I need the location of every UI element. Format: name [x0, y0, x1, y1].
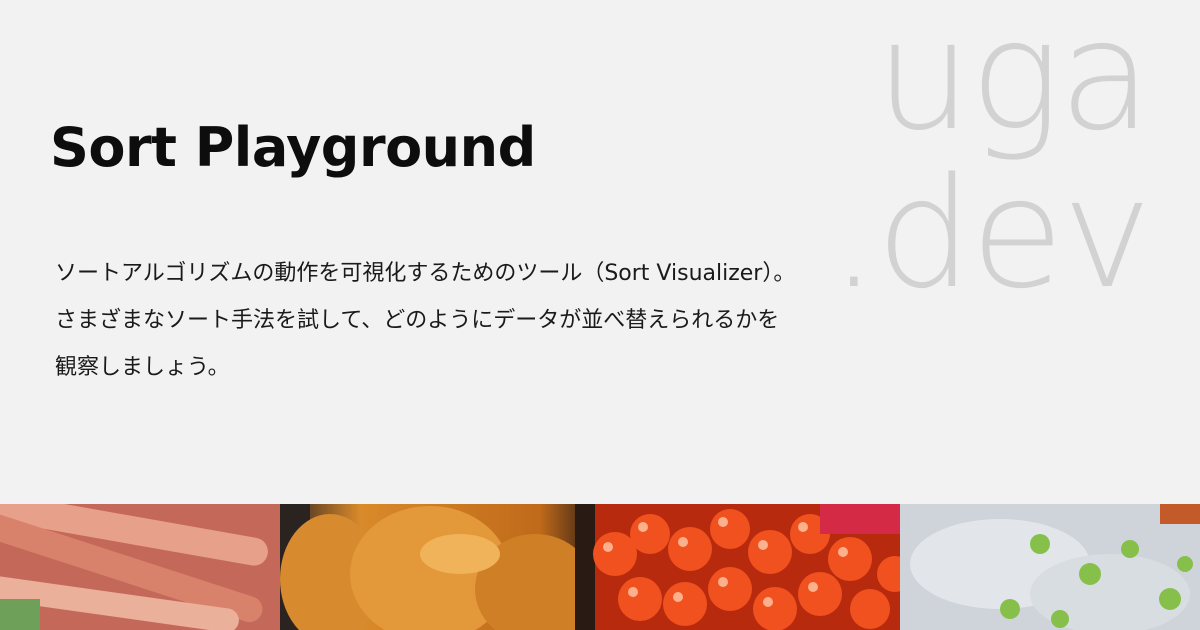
og-card: Sort Playground ソートアルゴリズムの動作を可視化するためのツール… [0, 0, 1200, 630]
sushi-photo-banner [0, 504, 1200, 630]
logo-line-uga: uga [875, 0, 1152, 164]
description-line: さまざまなソート手法を試して、どのようにデータが並べ替えられるかを [55, 308, 780, 333]
logo-line-dev: .dev [829, 145, 1152, 322]
site-logo: uga .dev [830, 0, 1180, 320]
description-line: ソートアルゴリズムの動作を可視化するためのツール（Sort Visualizer… [55, 261, 796, 286]
description: ソートアルゴリズムの動作を可視化するためのツール（Sort Visualizer… [55, 250, 855, 391]
sushi-photo-illustration [0, 504, 1200, 630]
page-title: Sort Playground [50, 116, 536, 179]
description-line: 観察しましょう。 [55, 355, 230, 380]
